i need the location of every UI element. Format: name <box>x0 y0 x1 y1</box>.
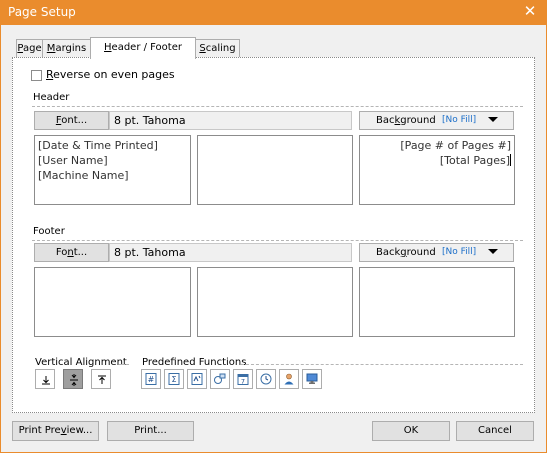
header-right-textbox[interactable]: [Page # of Pages #] [Total Pages] <box>359 135 515 205</box>
user-name-button[interactable] <box>279 369 299 389</box>
align-center-icon <box>70 374 78 386</box>
print-preview-button[interactable]: Print Preview... <box>12 421 99 441</box>
align-bottom-icon <box>42 376 50 385</box>
tab-page[interactable]: Page <box>16 39 43 58</box>
footer-font-button[interactable]: Font... <box>34 243 109 262</box>
predefined-functions-label: Predefined Functions <box>142 357 247 368</box>
close-icon[interactable]: ✕ <box>521 2 539 20</box>
vertical-alignment-divider <box>119 364 129 365</box>
header-divider <box>32 106 523 107</box>
tab-margins[interactable]: Margins <box>42 39 91 58</box>
clock-icon <box>260 373 272 385</box>
header-font-value: 8 pt. Tahoma <box>109 111 352 130</box>
header-background-fill: [No Fill] <box>442 115 477 125</box>
page-of-pages-icon <box>191 373 203 385</box>
footer-divider <box>32 240 523 241</box>
align-bottom-button[interactable] <box>35 369 55 389</box>
svg-text:#: # <box>148 375 155 384</box>
footer-font-value: 8 pt. Tahoma <box>109 243 352 262</box>
header-center-textbox[interactable] <box>197 135 353 205</box>
svg-text:7: 7 <box>241 378 245 386</box>
header-group-label: Header <box>33 92 70 103</box>
footer-center-textbox[interactable] <box>197 267 353 337</box>
footer-background-fill: [No Fill] <box>442 247 477 257</box>
network-icon <box>214 373 226 384</box>
footer-background-dropdown[interactable]: Background [No Fill] <box>359 243 514 262</box>
ok-button[interactable]: OK <box>372 421 450 441</box>
header-footer-panel: Reverse on even pages Header Font... 8 p… <box>12 57 535 413</box>
vertical-alignment-label: Vertical Alignment <box>35 357 127 368</box>
predefined-functions-divider <box>241 364 523 365</box>
align-top-icon <box>98 375 106 384</box>
footer-group-label: Footer <box>33 226 65 237</box>
machine-name-button[interactable] <box>210 369 230 389</box>
tab-scaling[interactable]: Scaling <box>195 39 240 58</box>
cancel-button[interactable]: Cancel <box>456 421 534 441</box>
print-button[interactable]: Print... <box>107 421 194 441</box>
page-number-icon: # <box>145 373 157 385</box>
calendar-icon: 7 <box>237 374 249 386</box>
text-cursor <box>510 154 511 166</box>
computer-name-button[interactable] <box>302 369 322 389</box>
page-of-pages-button[interactable] <box>187 369 207 389</box>
page-number-button[interactable]: # <box>141 369 161 389</box>
chevron-down-icon <box>488 249 498 254</box>
chevron-down-icon <box>488 117 498 122</box>
reverse-even-pages-checkbox[interactable] <box>31 70 42 81</box>
window-title: Page Setup <box>8 5 76 19</box>
svg-text:Σ: Σ <box>171 375 176 384</box>
footer-left-textbox[interactable] <box>34 267 191 337</box>
date-printed-button[interactable]: 7 <box>233 369 253 389</box>
title-bar: Page Setup ✕ <box>0 0 547 25</box>
user-icon <box>284 373 294 385</box>
reverse-even-pages-label[interactable]: Reverse on even pages <box>46 68 175 81</box>
total-pages-button[interactable]: Σ <box>164 369 184 389</box>
footer-right-textbox[interactable] <box>359 267 515 337</box>
time-printed-button[interactable] <box>256 369 276 389</box>
total-pages-icon: Σ <box>168 373 180 385</box>
align-center-button[interactable] <box>63 369 83 389</box>
align-top-button[interactable] <box>91 369 111 389</box>
header-left-textbox[interactable]: [Date & Time Printed] [User Name] [Machi… <box>34 135 191 205</box>
tab-header-footer[interactable]: Header / Footer <box>90 37 196 59</box>
header-font-button[interactable]: Font... <box>34 111 109 130</box>
header-background-dropdown[interactable]: Background [No Fill] <box>359 111 514 130</box>
dialog-body: Page Margins Header / Footer Scaling Rev… <box>0 25 547 453</box>
monitor-icon <box>306 373 318 384</box>
